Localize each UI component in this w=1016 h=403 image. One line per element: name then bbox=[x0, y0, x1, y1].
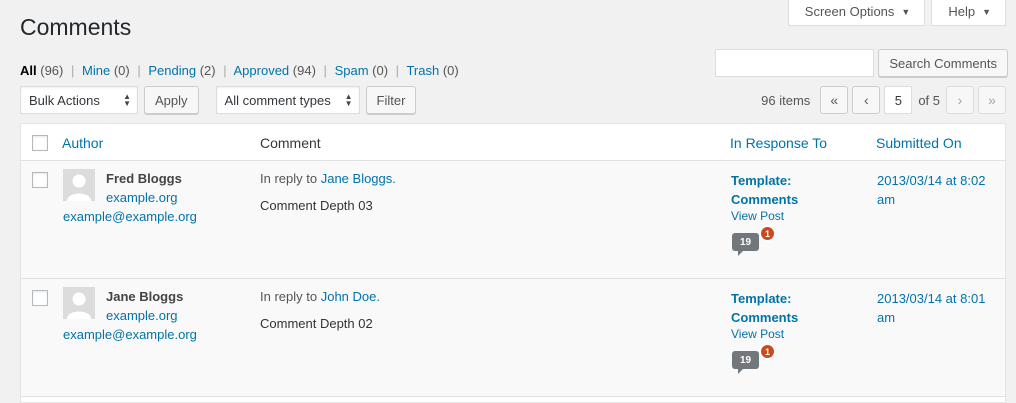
filter-approved[interactable]: Approved bbox=[234, 63, 290, 78]
last-page-button: » bbox=[978, 86, 1006, 114]
table-row: Jane Bloggs example.org example@example.… bbox=[21, 279, 1005, 397]
filter-all-count: (96) bbox=[40, 63, 64, 78]
submitted-line1: 2013/03/14 at 8:01 bbox=[877, 291, 986, 306]
status-filters: All (96) | Mine (0) | Pending (2) | Appr… bbox=[20, 63, 459, 78]
filter-pending-count: (2) bbox=[199, 63, 216, 78]
comment-count-bubble[interactable]: 19 bbox=[732, 233, 759, 256]
author-email-link[interactable]: example@example.org bbox=[63, 209, 197, 224]
search-box: Search Comments bbox=[715, 49, 1008, 77]
response-title-line2: Comments bbox=[731, 310, 799, 325]
table-header: Author Comment In Response To Submitted … bbox=[21, 124, 1005, 161]
avatar bbox=[63, 287, 95, 319]
divider: | bbox=[395, 63, 400, 78]
screen-options-label: Screen Options bbox=[804, 4, 895, 19]
submitted-line2: am bbox=[877, 310, 896, 325]
bulk-actions-value: Bulk Actions bbox=[29, 92, 100, 108]
caret-down-icon: ▼ bbox=[901, 6, 911, 17]
comment-type-select[interactable]: All comment types ▲ ▼ bbox=[215, 86, 360, 114]
comment-count-bubble[interactable]: 19 bbox=[732, 351, 759, 374]
select-arrows-icon: ▲ ▼ bbox=[344, 92, 353, 108]
comments-table: Author Comment In Response To Submitted … bbox=[20, 123, 1006, 403]
submitted-line2: am bbox=[877, 192, 896, 207]
filter-trash[interactable]: Trash bbox=[406, 63, 439, 78]
author-url-link[interactable]: example.org bbox=[106, 308, 178, 323]
submitted-line1: 2013/03/14 at 8:02 bbox=[877, 173, 986, 188]
author-name: Fred Bloggs bbox=[106, 171, 182, 186]
first-page-button[interactable]: « bbox=[820, 86, 849, 114]
divider: | bbox=[71, 63, 75, 78]
tablenav-actions: Bulk Actions ▲ ▼ Apply All comment types … bbox=[20, 86, 417, 114]
page-title: Comments bbox=[20, 14, 132, 40]
in-reply-prefix: In reply to bbox=[260, 171, 318, 186]
in-reply-link[interactable]: Jane Bloggs. bbox=[321, 171, 396, 186]
help-label: Help bbox=[948, 4, 976, 19]
filter-approved-count: (94) bbox=[292, 63, 316, 78]
filter-mine-count: (0) bbox=[113, 63, 130, 78]
response-post-link[interactable]: Template: Comments bbox=[731, 171, 798, 209]
response-post-link[interactable]: Template: Comments bbox=[731, 289, 798, 327]
response-title-line1: Template: bbox=[731, 173, 792, 188]
pending-count-badge[interactable]: 1 bbox=[759, 343, 776, 360]
filter-spam-count: (0) bbox=[372, 63, 389, 78]
items-count: 96 items bbox=[761, 92, 811, 108]
select-all-checkbox[interactable] bbox=[32, 135, 48, 151]
current-page-input[interactable]: 5 bbox=[884, 86, 913, 114]
pagination: 96 items « ‹ 5 of 5 › » bbox=[761, 86, 1006, 114]
column-submitted-on[interactable]: Submitted On bbox=[876, 135, 962, 151]
author-url-link[interactable]: example.org bbox=[106, 190, 178, 205]
next-page-button: › bbox=[946, 86, 974, 114]
prev-page-button[interactable]: ‹ bbox=[852, 86, 881, 114]
filter-button[interactable]: Filter bbox=[365, 86, 417, 114]
response-title-line2: Comments bbox=[731, 192, 799, 207]
row-checkbox[interactable] bbox=[32, 290, 48, 306]
row-checkbox[interactable] bbox=[32, 172, 48, 188]
in-reply-prefix: In reply to bbox=[260, 289, 318, 304]
submitted-date-link[interactable]: 2013/03/14 at 8:02 am bbox=[877, 171, 1001, 209]
filter-trash-count: (0) bbox=[442, 63, 459, 78]
total-pages: of 5 bbox=[918, 92, 940, 108]
apply-button[interactable]: Apply bbox=[144, 86, 199, 114]
caret-down-icon: ▼ bbox=[982, 6, 991, 17]
in-reply-to: In reply to Jane Bloggs. bbox=[260, 171, 396, 186]
in-reply-link[interactable]: John Doe. bbox=[321, 289, 380, 304]
divider: | bbox=[137, 63, 141, 78]
divider: | bbox=[223, 63, 227, 78]
filter-mine[interactable]: Mine bbox=[82, 63, 110, 78]
view-post-link[interactable]: View Post bbox=[731, 209, 784, 223]
comment-text: Comment Depth 02 bbox=[260, 316, 373, 331]
filter-all[interactable]: All bbox=[20, 63, 37, 78]
pending-count-badge[interactable]: 1 bbox=[759, 225, 776, 242]
author-email-link[interactable]: example@example.org bbox=[63, 327, 197, 342]
screen-meta-links: Screen Options ▼ Help ▼ bbox=[787, 0, 1006, 26]
filter-spam[interactable]: Spam bbox=[335, 63, 369, 78]
column-author[interactable]: Author bbox=[62, 135, 103, 151]
author-name: Jane Bloggs bbox=[106, 289, 184, 304]
comment-text: Comment Depth 03 bbox=[260, 198, 373, 213]
divider: | bbox=[323, 63, 327, 78]
table-row: Fred Bloggs example.org example@example.… bbox=[21, 161, 1005, 279]
screen-options-button[interactable]: Screen Options ▼ bbox=[787, 0, 926, 26]
comment-type-value: All comment types bbox=[224, 92, 331, 108]
filter-pending[interactable]: Pending bbox=[148, 63, 196, 78]
select-arrows-icon: ▲ ▼ bbox=[123, 92, 131, 108]
column-comment: Comment bbox=[260, 135, 321, 151]
search-input[interactable] bbox=[715, 49, 875, 77]
view-post-link[interactable]: View Post bbox=[731, 327, 784, 341]
submitted-date-link[interactable]: 2013/03/14 at 8:01 am bbox=[877, 289, 1001, 327]
avatar bbox=[63, 169, 95, 201]
response-title-line1: Template: bbox=[731, 291, 792, 306]
search-comments-button[interactable]: Search Comments bbox=[878, 49, 1008, 77]
help-button[interactable]: Help ▼ bbox=[931, 0, 1006, 26]
in-reply-to: In reply to John Doe. bbox=[260, 289, 380, 304]
column-in-response-to[interactable]: In Response To bbox=[730, 135, 827, 151]
bulk-actions-select[interactable]: Bulk Actions ▲ ▼ bbox=[20, 86, 138, 114]
